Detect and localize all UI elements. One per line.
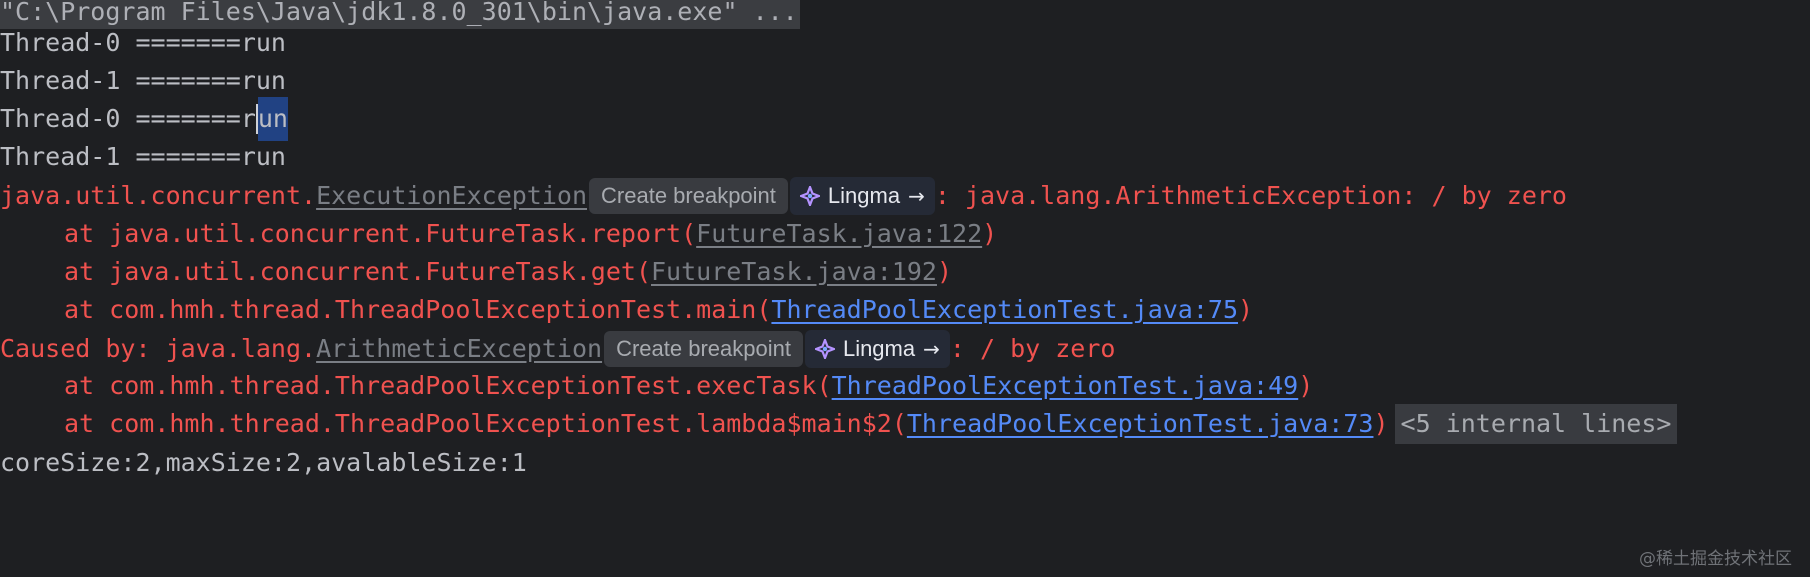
stack-frame-link[interactable]: ThreadPoolExceptionTest.java:73: [907, 402, 1374, 446]
thread-1-output-2: Thread-1 =======run: [0, 142, 286, 171]
stack-frame: at com.hmh.thread.ThreadPoolExceptionTes…: [0, 288, 1253, 332]
output-line-last: coreSize:2,maxSize:2,avalableSize:1: [0, 441, 527, 485]
lingma-button[interactable]: Lingma →: [789, 177, 935, 215]
output-line-4: Thread-1 =======run: [0, 135, 286, 179]
stack-frame: at com.hmh.thread.ThreadPoolExceptionTes…: [0, 402, 1678, 446]
stack-frame-text: at com.hmh.thread.ThreadPoolExceptionTes…: [64, 295, 772, 324]
lingma-icon: [814, 339, 835, 359]
create-breakpoint-button[interactable]: Create breakpoint: [604, 331, 803, 367]
lingma-icon: [799, 186, 820, 206]
exception-message: : java.lang.ArithmeticException: / by ze…: [934, 181, 1567, 210]
lingma-button[interactable]: Lingma →: [804, 330, 950, 368]
create-breakpoint-button[interactable]: Create breakpoint: [589, 178, 788, 214]
stack-frame-link[interactable]: ThreadPoolExceptionTest.java:75: [771, 288, 1238, 332]
stack-frame-close: ): [982, 219, 998, 248]
console-output: "C:\Program Files\Java\jdk1.8.0_301\bin\…: [0, 0, 1810, 577]
watermark: @稀土掘金技术社区: [1639, 549, 1792, 569]
stack-frame-text: at com.hmh.thread.ThreadPoolExceptionTes…: [64, 409, 907, 438]
pool-size-output: coreSize:2,maxSize:2,avalableSize:1: [0, 448, 527, 477]
folded-internal-lines[interactable]: <5 internal lines>: [1394, 404, 1678, 444]
stack-frame-close: ): [1238, 295, 1254, 324]
stack-frame-close: ): [1373, 409, 1389, 438]
